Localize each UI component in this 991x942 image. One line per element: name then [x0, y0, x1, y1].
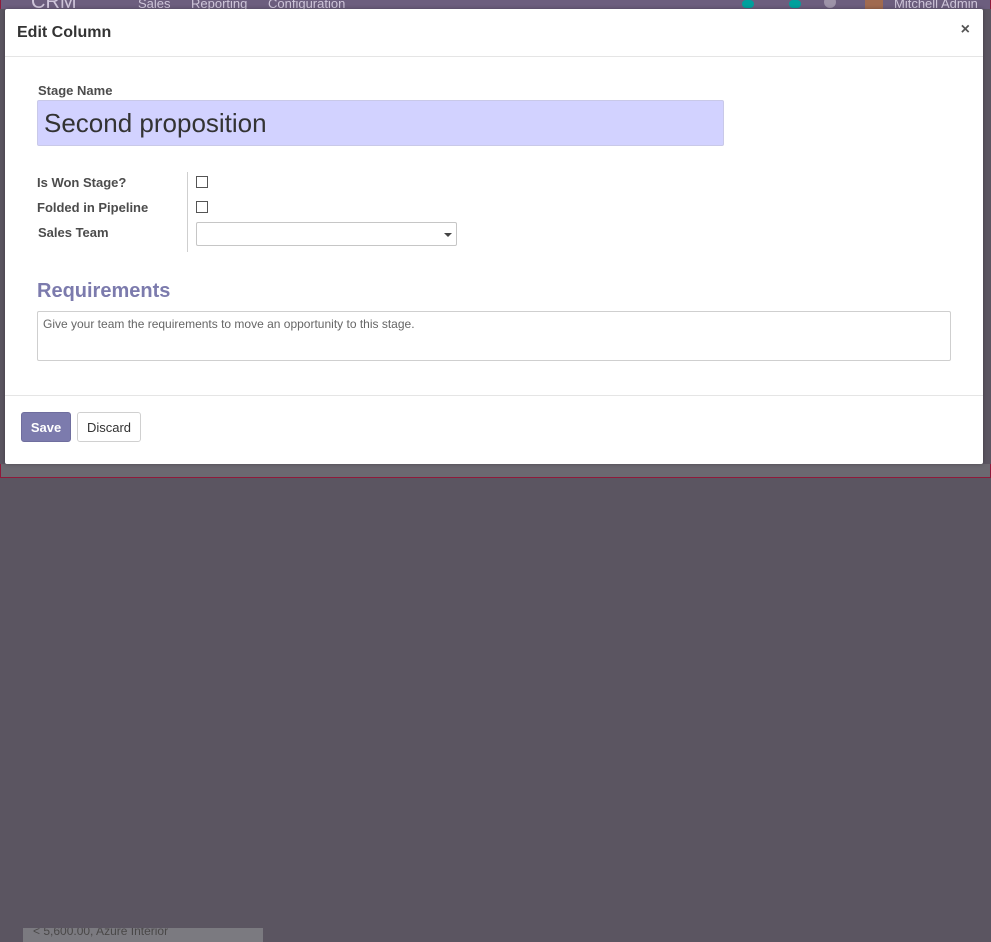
avatar [865, 0, 883, 9]
background-kanban: < 5,600.00, Azure Interior [0, 464, 991, 942]
user-name: Mitchell Admin [894, 0, 978, 9]
messages-badge [789, 0, 801, 8]
nav-sales: Sales [138, 0, 171, 9]
close-icon[interactable]: × [961, 21, 970, 39]
requirements-title: Requirements [37, 280, 171, 302]
edit-column-dialog: Edit Column × Stage Name Is Won Stage? F… [5, 9, 983, 464]
sales-team-select[interactable] [196, 222, 457, 246]
kanban-card: < 5,600.00, Azure Interior [23, 928, 263, 942]
stage-name-input[interactable] [37, 100, 724, 146]
dialog-footer: Save Discard [5, 395, 983, 465]
field-separator [187, 172, 188, 252]
nav-reporting: Reporting [191, 0, 248, 9]
activity-badge [742, 0, 754, 8]
caret-down-icon [444, 233, 452, 237]
sales-team-label: Sales Team [38, 225, 109, 240]
debug-icon [824, 0, 836, 8]
stage-name-label: Stage Name [38, 83, 113, 98]
nav-configuration: Configuration [268, 0, 346, 9]
background-navbar: CRM Sales Reporting Configuration Mitche… [0, 0, 991, 9]
dialog-title: Edit Column [17, 24, 112, 41]
requirements-textarea[interactable] [37, 311, 951, 361]
folded-checkbox[interactable] [196, 201, 208, 213]
save-button[interactable]: Save [21, 412, 71, 442]
folded-label: Folded in Pipeline [37, 200, 149, 215]
dialog-header: Edit Column × [5, 9, 983, 57]
discard-button[interactable]: Discard [77, 412, 141, 442]
is-won-checkbox[interactable] [196, 176, 208, 188]
app-name: CRM [31, 0, 77, 9]
is-won-label: Is Won Stage? [37, 175, 127, 190]
